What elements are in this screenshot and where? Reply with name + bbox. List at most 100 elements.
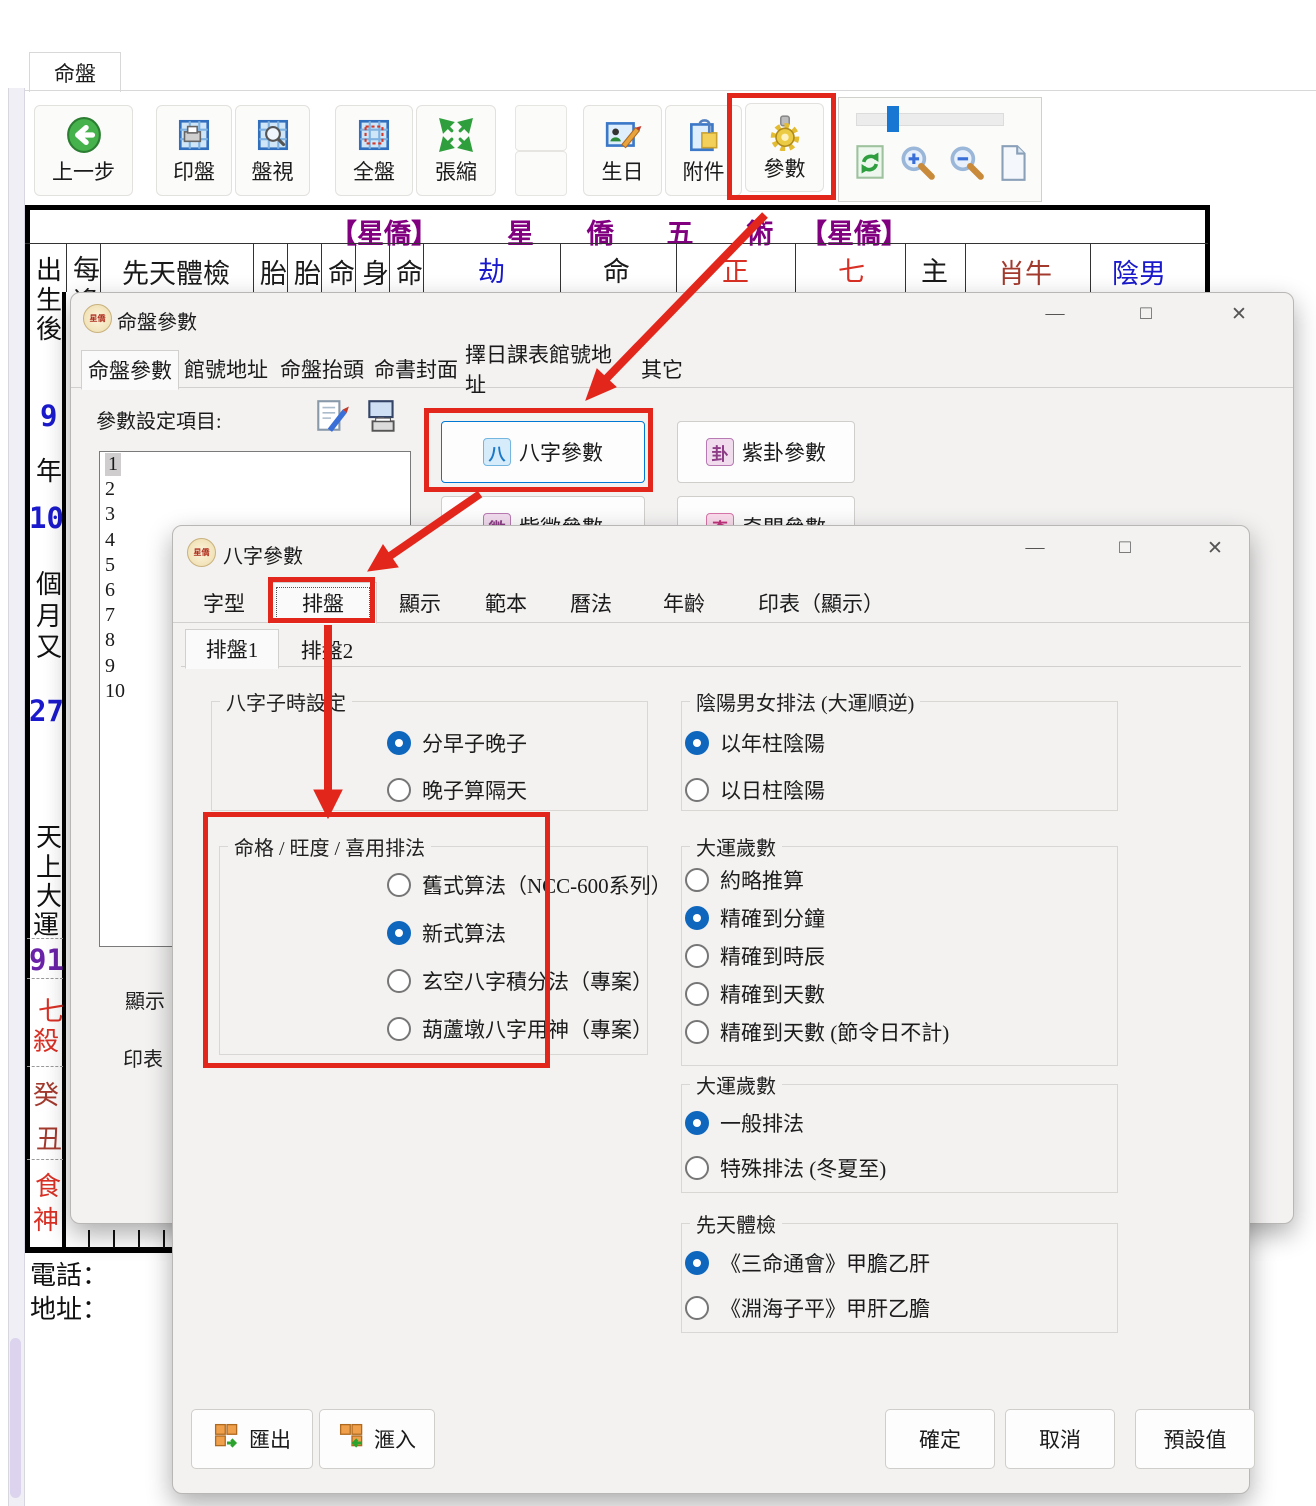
zoom-out-icon[interactable] [945, 142, 987, 189]
radio-option[interactable]: 晚子算隔天 [387, 775, 527, 805]
new-document-icon[interactable] [994, 142, 1032, 189]
radio-option[interactable]: 精確到天數 [685, 979, 825, 1009]
full-chart-button[interactable]: 全盤 [335, 105, 413, 196]
print-chart-icon [175, 116, 213, 154]
resize-chart-label: 張縮 [435, 156, 477, 186]
dialog1-tab-guanhao[interactable]: 館號地址 [179, 350, 273, 388]
toolbar-empty-slot-1 [515, 105, 567, 151]
group-zishi-legend: 八字子時設定 [220, 687, 352, 716]
address-label: 地址： [30, 1289, 108, 1326]
radio-icon [685, 1156, 709, 1180]
dialog1-tab-fengmian[interactable]: 命書封面 [369, 350, 463, 388]
back-button[interactable]: 上一步 [34, 105, 133, 196]
dialog1-tab-taitou[interactable]: 命盤抬頭 [275, 350, 369, 388]
zoom-slider-track[interactable] [856, 113, 1004, 126]
group-dayun2-legend: 大運歲數 [690, 1070, 782, 1099]
xingqiao-logo-icon: 星僑 [83, 304, 112, 333]
radio-option[interactable]: 約略推算 [685, 865, 804, 895]
radio-icon [685, 982, 709, 1006]
ok-button[interactable]: 確定 [885, 1409, 995, 1469]
display-partial-label: 顯示 [125, 985, 165, 1014]
chart-left-num: 9 [40, 399, 57, 433]
dialog1-tab-mingpan-params[interactable]: 命盤參數 [81, 350, 179, 390]
dialog1-tab-other[interactable]: 其它 [633, 350, 691, 388]
chart-border-right [1205, 205, 1210, 295]
dialog1-tab-zeri[interactable]: 擇日課表館號地址 [465, 350, 631, 388]
radio-option[interactable]: 精確到分鐘 [685, 903, 825, 933]
chart-cell-jie: 劫 [478, 250, 505, 289]
dialog2-tab-font[interactable]: 字型 [183, 584, 265, 622]
highlight-box-mingge-group [203, 812, 550, 1068]
export-icon [213, 1422, 241, 1456]
refresh-icon[interactable] [851, 142, 889, 189]
highlight-box-parameters [727, 93, 836, 200]
chart-title-center: 星 僑 五 術 [507, 212, 796, 251]
view-chart-label: 盤視 [252, 156, 294, 186]
dialog2-tab-display[interactable]: 顯示 [379, 584, 461, 622]
birthday-button[interactable]: 生日 [583, 105, 662, 196]
full-chart-icon [355, 116, 393, 154]
zoom-in-icon[interactable] [896, 142, 938, 189]
resize-chart-button[interactable]: 張縮 [416, 105, 496, 196]
radio-selected-icon [685, 906, 709, 930]
radio-option[interactable]: 《三命通會》甲膽乙肝 [685, 1248, 930, 1278]
attachment-icon [685, 116, 723, 154]
subtab-paipan1[interactable]: 排盤1 [185, 629, 279, 669]
chart-left-char: 丑 [36, 1119, 62, 1156]
chart-left-char: 殺 [33, 1021, 59, 1058]
radio-option[interactable]: 《淵海子平》甲肝乙膽 [685, 1293, 930, 1323]
dialog2-tab-age[interactable]: 年齡 [643, 584, 725, 622]
view-chart-button[interactable]: 盤視 [235, 105, 310, 196]
radio-option[interactable]: 以日柱陰陽 [685, 775, 825, 805]
defaults-button[interactable]: 預設值 [1135, 1409, 1255, 1469]
resize-arrows-icon [437, 116, 475, 154]
radio-option[interactable]: 分早子晚子 [387, 728, 527, 758]
dialog1-minimize-button[interactable]: — [1033, 299, 1077, 329]
chart-border-left [25, 205, 30, 1253]
radio-option[interactable]: 精確到時辰 [685, 941, 825, 971]
list-item[interactable]: 2 [100, 477, 410, 502]
radio-icon [387, 778, 411, 802]
dialog2-tab-print[interactable]: 印表（顯示） [735, 584, 907, 622]
xingqiao-logo-icon: 星僑 [187, 538, 216, 567]
zoom-slider-thumb[interactable] [887, 106, 899, 132]
tab-mingpan[interactable]: 命盤 [29, 52, 121, 92]
cancel-button[interactable]: 取消 [1005, 1409, 1115, 1469]
dialog1-maximize-button[interactable]: □ [1124, 299, 1168, 329]
chart-cell-xiantian: 先天體檢 [122, 252, 230, 291]
chart-cell-zheng: 正 [722, 250, 749, 289]
dialog2-close-button[interactable]: ✕ [1193, 533, 1237, 563]
radio-option[interactable]: 一般排法 [685, 1108, 804, 1138]
attachment-label: 附件 [683, 156, 725, 186]
dialog2-tab-calendar[interactable]: 曆法 [550, 584, 632, 622]
subtab-paipan2[interactable]: 排盤2 [281, 632, 373, 667]
radio-option[interactable]: 精確到天數 (節令日不計) [685, 1017, 949, 1047]
left-scrollbar-track[interactable] [8, 88, 25, 1506]
view-chart-icon [254, 116, 292, 154]
dialog2-title: 八字參數 [223, 540, 303, 569]
edit-icon[interactable] [313, 397, 351, 440]
computer-icon[interactable] [363, 397, 401, 440]
radio-option[interactable]: 特殊排法 (冬夏至) [685, 1153, 886, 1183]
chart-cell-tai1: 胎 [260, 252, 287, 291]
left-scrollbar-thumb[interactable] [10, 1338, 21, 1498]
dialog1-close-button[interactable]: ✕ [1217, 299, 1261, 329]
import-button[interactable]: 滙入 [319, 1409, 435, 1469]
dialog1-title: 命盤參數 [117, 306, 197, 335]
print-chart-button[interactable]: 印盤 [156, 105, 232, 196]
dialog2-maximize-button[interactable]: □ [1103, 533, 1147, 563]
zigua-params-button[interactable]: 卦 紫卦參數 [677, 421, 855, 483]
list-item[interactable]: 1 [100, 452, 410, 477]
list-item[interactable]: 3 [100, 502, 410, 527]
chart-cell-yinnan: 陰男 [1112, 252, 1166, 291]
export-button[interactable]: 匯出 [191, 1409, 313, 1469]
chart-left-char: 年 [36, 451, 62, 488]
dialog2-tab-template[interactable]: 範本 [465, 584, 547, 622]
chart-cell-ming3: 命 [603, 250, 630, 289]
radio-option[interactable]: 以年柱陰陽 [685, 728, 825, 758]
radio-icon [685, 868, 709, 892]
chart-title-left: 【星僑】 [330, 212, 438, 251]
dialog2-minimize-button[interactable]: — [1013, 533, 1057, 563]
chart-left-num: 10 [29, 501, 64, 535]
chart-header-divider [25, 243, 1208, 244]
